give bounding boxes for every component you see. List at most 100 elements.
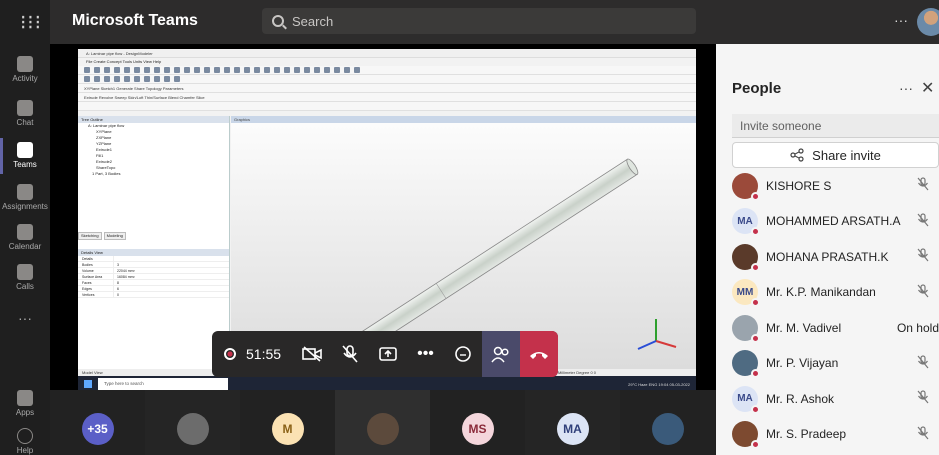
- video-tile[interactable]: MA: [525, 390, 620, 455]
- rail-chat[interactable]: Chat: [0, 100, 50, 127]
- more-icon[interactable]: •••: [407, 331, 445, 377]
- apps-icon: [17, 390, 33, 406]
- help-icon: [17, 428, 33, 444]
- mic-off-icon: [899, 390, 939, 407]
- dm-window-title: A: Laminar pipe flow - DesignModeler: [78, 49, 696, 58]
- avatar: +35: [81, 413, 114, 445]
- dm-toolbar-4: Extrude Revolve Sweep Skin/Loft Thin/Sur…: [78, 93, 696, 102]
- presence-badge: [751, 369, 760, 379]
- share-invite-label: Share invite: [812, 147, 881, 163]
- graphics-header: Graphics: [231, 116, 696, 123]
- avatar: MA: [732, 208, 760, 237]
- video-off-icon[interactable]: [293, 331, 331, 377]
- dm-toolbar-5: [78, 102, 696, 111]
- participant-name: MOHAMMED ARSATH.A: [766, 214, 901, 229]
- settings-more-icon[interactable]: ···: [894, 12, 908, 28]
- rail-teams[interactable]: Teams: [0, 142, 50, 169]
- participant-row[interactable]: MOHANA PRASATH.K: [732, 239, 939, 275]
- more-icon: ···: [18, 310, 32, 326]
- rail-label: Calendar: [8, 242, 42, 251]
- search-icon: [272, 15, 284, 27]
- profile-avatar[interactable]: [917, 8, 939, 36]
- rail-label: Apps: [15, 408, 35, 417]
- search-input[interactable]: Search: [262, 8, 696, 34]
- video-tile[interactable]: +35: [50, 390, 145, 455]
- rail-calls[interactable]: Calls: [0, 264, 50, 291]
- participant-row[interactable]: Mr. S. Pradeep: [732, 417, 939, 453]
- calendar-icon: [17, 224, 33, 240]
- hangup-icon[interactable]: [520, 331, 558, 377]
- presence-badge: [751, 191, 760, 201]
- panel-more-icon[interactable]: ···: [899, 80, 913, 96]
- avatar: [732, 421, 760, 450]
- avatar: [651, 413, 684, 445]
- rail-label: Chat: [16, 118, 34, 127]
- search-placeholder: Search: [292, 13, 334, 29]
- dm-toolbar-2: [78, 75, 696, 84]
- video-tile[interactable]: [145, 390, 240, 455]
- video-tile[interactable]: [620, 390, 715, 455]
- rail-activity[interactable]: Activity: [0, 56, 50, 83]
- participant-name: KISHORE S: [766, 178, 832, 193]
- presence-badge: [751, 333, 760, 343]
- chat-icon[interactable]: [444, 331, 482, 377]
- rail-label: Teams: [13, 160, 37, 169]
- video-tile[interactable]: MS: [430, 390, 525, 455]
- people-icon[interactable]: [482, 331, 521, 377]
- mic-off-icon: [899, 177, 939, 194]
- rail-calendar[interactable]: Calendar: [0, 224, 50, 251]
- mic-off-icon[interactable]: [331, 331, 369, 377]
- phone-icon: [17, 264, 33, 280]
- share-icon: [790, 148, 804, 162]
- title-bar: Microsoft Teams Search ···: [50, 0, 939, 44]
- presence-badge: [751, 404, 760, 414]
- avatar: [732, 314, 760, 343]
- rail-more[interactable]: ···: [0, 310, 50, 326]
- avatar: M: [271, 413, 304, 445]
- video-tile[interactable]: M: [240, 390, 335, 455]
- tree-outline: Tree Outline A: Laminar pipe flow XYPlan…: [78, 116, 230, 258]
- details-view: Details View Details Bodies 3 Volume 22044…: [78, 249, 230, 369]
- taskbar-search: Type here to search: [98, 378, 228, 390]
- participant-row[interactable]: MA MOHAMMED ARSATH.A: [732, 204, 939, 240]
- close-icon[interactable]: ✕: [921, 78, 934, 98]
- share-invite-button[interactable]: Share invite: [732, 142, 939, 168]
- mic-off-icon: [899, 284, 939, 301]
- participant-row[interactable]: Mr. P. Vijayan: [732, 346, 939, 382]
- share-screen-icon[interactable]: [369, 331, 407, 377]
- participant-row[interactable]: MM Mr. K.P. Manikandan: [732, 275, 939, 311]
- avatar: MA: [732, 385, 760, 414]
- status-right: Millimeter Degree 0 0: [558, 370, 597, 375]
- chat-icon: [17, 100, 33, 116]
- presence-badge: [751, 298, 760, 308]
- assignments-icon: [17, 184, 33, 200]
- avatar: [366, 413, 399, 445]
- call-duration: 51:55: [246, 346, 282, 362]
- rail-assignments[interactable]: Assignments: [0, 184, 50, 211]
- rail-label: Calls: [16, 282, 34, 291]
- participant-row[interactable]: MA Mr. R. Ashok: [732, 381, 939, 417]
- shared-screen: A: Laminar pipe flow - DesignModeler Fil…: [50, 44, 716, 392]
- avatar: [732, 243, 760, 272]
- rail-label: Assignments: [2, 202, 48, 211]
- participant-name: Mr. M. Vadivel: [766, 320, 842, 335]
- invite-input[interactable]: Invite someone: [732, 114, 939, 138]
- participant-row[interactable]: Mr. M. Vadivel On hold: [732, 310, 939, 346]
- avatar: MA: [556, 413, 589, 445]
- rail-apps[interactable]: Apps: [0, 390, 50, 417]
- participant-row[interactable]: KISHORE S: [732, 168, 939, 204]
- dm-toolbar-3: XYPlane Sketch1 Generate Share Topology …: [78, 84, 696, 93]
- participant-name: MOHANA PRASATH.K: [766, 249, 889, 264]
- participant-list: KISHORE S MA MOHAMMED ARSATH.A MOHANA PRASA…: [732, 168, 939, 452]
- rail-help[interactable]: Help: [0, 428, 50, 455]
- app-title: Microsoft Teams: [72, 12, 198, 29]
- details-row: Vertices 0: [78, 292, 229, 298]
- video-tile[interactable]: [335, 390, 430, 455]
- status-left: Model View: [82, 370, 103, 375]
- rail-label: Help: [16, 446, 34, 455]
- app-rail: ⁝⁝⁝ Activity Chat Teams Assignments Cale…: [0, 0, 50, 455]
- video-gallery-strip: +35 M MS MA: [50, 390, 716, 455]
- mic-off-icon: [899, 248, 939, 265]
- tree-item: 1 Part, 3 Bodies: [92, 171, 121, 176]
- participant-name: Mr. P. Vijayan: [766, 356, 839, 371]
